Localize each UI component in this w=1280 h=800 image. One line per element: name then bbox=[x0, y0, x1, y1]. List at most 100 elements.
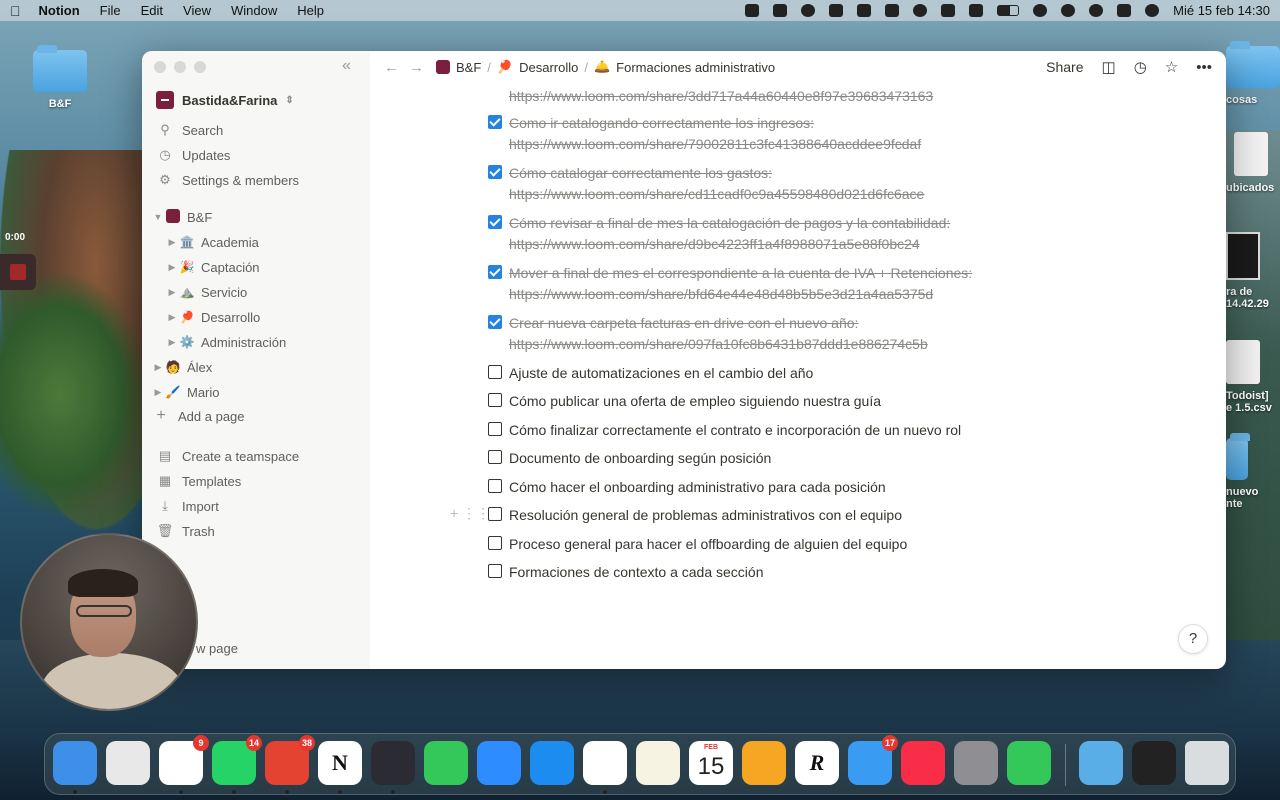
checkbox-unchecked[interactable] bbox=[488, 536, 502, 550]
dock-trash-icon[interactable] bbox=[1185, 741, 1229, 785]
dock-todoist-icon[interactable]: 38 bbox=[265, 735, 315, 785]
dock-launchpad-icon[interactable] bbox=[106, 741, 150, 785]
screen-record-icon[interactable] bbox=[745, 4, 760, 17]
dock-reeder-icon[interactable]: R bbox=[795, 741, 839, 785]
dock-slack-icon[interactable]: 9 bbox=[159, 735, 209, 785]
menu-view[interactable]: View bbox=[183, 3, 211, 18]
history-icon[interactable]: ◷ bbox=[1134, 58, 1147, 76]
dock-finder-icon[interactable] bbox=[53, 741, 97, 785]
menu-app-name[interactable]: Notion bbox=[39, 3, 80, 18]
wifi-icon[interactable] bbox=[1033, 4, 1048, 17]
breadcrumb-desarrollo[interactable]: Desarrollo bbox=[519, 60, 578, 75]
desktop-item-ubicados[interactable]: ubicados bbox=[1226, 132, 1280, 194]
user-icon[interactable] bbox=[1061, 4, 1076, 17]
app-status-icon[interactable] bbox=[773, 4, 788, 17]
sidebar-item-desarrollo[interactable]: ▶ 🏓 Desarrollo bbox=[142, 305, 370, 329]
sidebar-new-page-button[interactable]: w page bbox=[196, 641, 238, 656]
signature-icon[interactable] bbox=[857, 4, 872, 17]
desktop-item-csv[interactable]: Todoist] e 1.5.csv bbox=[1226, 340, 1280, 414]
checkbox-unchecked[interactable] bbox=[488, 365, 502, 379]
malwarebytes-icon[interactable] bbox=[829, 4, 844, 17]
sidebar-item-import[interactable]: ⤓ Import bbox=[142, 494, 370, 518]
add-page-button[interactable]: + Add a page bbox=[142, 404, 370, 428]
dock-zoom-icon[interactable] bbox=[477, 741, 521, 785]
control-center-icon[interactable] bbox=[1117, 4, 1132, 17]
teamspace-bf[interactable]: ▼ B&F bbox=[142, 205, 370, 229]
close-window-button[interactable] bbox=[154, 61, 166, 73]
sidebar-item-settings[interactable]: ⚙ Settings & members bbox=[142, 168, 370, 192]
checkbox-unchecked[interactable] bbox=[488, 564, 502, 578]
checkbox-unchecked[interactable] bbox=[488, 479, 502, 493]
checkbox-unchecked[interactable] bbox=[488, 450, 502, 464]
stop-recording-button[interactable] bbox=[0, 254, 36, 290]
sidebar-item-templates[interactable]: ▦ Templates bbox=[142, 469, 370, 493]
chevron-down-icon[interactable]: ▼ bbox=[152, 212, 164, 222]
desktop-item-folder-top[interactable]: cosas bbox=[1226, 41, 1280, 106]
sun-icon[interactable] bbox=[801, 4, 816, 17]
dock-system-settings-icon[interactable] bbox=[954, 741, 998, 785]
menu-help[interactable]: Help bbox=[297, 3, 324, 18]
zoom-window-button[interactable] bbox=[194, 61, 206, 73]
apple-menu-icon[interactable]:  bbox=[10, 3, 21, 19]
checkbox-checked[interactable] bbox=[488, 115, 502, 129]
checkbox-unchecked[interactable] bbox=[488, 507, 502, 521]
breadcrumb-bf[interactable]: B&F bbox=[456, 60, 481, 75]
sidebar-item-academia[interactable]: ▶ 🏛️ Academia bbox=[142, 230, 370, 254]
checkbox-checked[interactable] bbox=[488, 315, 502, 329]
dock-recent-file-icon[interactable] bbox=[1132, 741, 1176, 785]
checkbox-checked[interactable] bbox=[488, 265, 502, 279]
chevron-right-icon[interactable]: ▶ bbox=[166, 237, 178, 248]
todo-link[interactable]: https://www.loom.com/share/3dd717a44a604… bbox=[509, 85, 933, 107]
dock-whatsapp-icon[interactable]: 14 bbox=[212, 735, 262, 785]
star-icon[interactable]: ☆ bbox=[1165, 58, 1178, 76]
more-options-icon[interactable]: ••• bbox=[1196, 59, 1212, 76]
todo-link[interactable]: https://www.loom.com/share/d9bc4223ff1a4… bbox=[509, 233, 950, 255]
desktop-item-screenshot[interactable]: ra de 14.42.29 bbox=[1226, 232, 1280, 310]
dock-facetime-icon[interactable] bbox=[424, 741, 468, 785]
chevron-right-icon[interactable]: ▶ bbox=[166, 287, 178, 298]
todo-link[interactable]: https://www.loom.com/share/cd11cadf0c9a4… bbox=[509, 183, 924, 205]
dock-notes-icon[interactable] bbox=[636, 741, 680, 785]
checkbox-checked[interactable] bbox=[488, 215, 502, 229]
siri-icon[interactable] bbox=[1145, 4, 1160, 17]
dock-mail-icon[interactable]: 17 bbox=[848, 735, 898, 785]
dock-music-icon[interactable] bbox=[901, 741, 945, 785]
dock-safari-icon[interactable] bbox=[530, 741, 574, 785]
todo-link[interactable]: https://www.loom.com/share/79002811c3fc4… bbox=[509, 133, 921, 155]
sidebar-item-administracion[interactable]: ▶ ⚙️ Administración bbox=[142, 330, 370, 354]
chevron-right-icon[interactable]: ▶ bbox=[152, 362, 164, 373]
chevron-right-icon[interactable]: ▶ bbox=[166, 262, 178, 273]
dock-calendar-icon[interactable]: FEB 15 bbox=[689, 741, 733, 785]
chevron-right-icon[interactable]: ▶ bbox=[152, 387, 164, 398]
sidebar-item-servicio[interactable]: ▶ ⛰️ Servicio bbox=[142, 280, 370, 304]
dock-downloads-folder-icon[interactable] bbox=[1079, 741, 1123, 785]
desktop-item-new-folder[interactable]: nuevo nte bbox=[1226, 433, 1280, 510]
sidebar-item-alex[interactable]: ▶ 🧑 Álex bbox=[142, 355, 370, 379]
menu-window[interactable]: Window bbox=[231, 3, 277, 18]
menu-edit[interactable]: Edit bbox=[141, 3, 163, 18]
forward-arrow-icon[interactable]: → bbox=[409, 59, 424, 76]
notes-status-icon[interactable] bbox=[885, 4, 900, 17]
workspace-switcher[interactable]: Bastida&Farina ⇕ bbox=[156, 91, 294, 109]
menu-file[interactable]: File bbox=[100, 3, 121, 18]
play-icon[interactable] bbox=[913, 4, 928, 17]
volume-icon[interactable] bbox=[941, 4, 956, 17]
sidebar-item-updates[interactable]: ◷ Updates bbox=[142, 143, 370, 167]
desktop-folder-bf[interactable]: B&F bbox=[30, 45, 90, 110]
menubar-datetime[interactable]: Mié 15 feb 14:30 bbox=[1173, 3, 1270, 18]
sidebar-item-mario[interactable]: ▶ 🖌️ Mario bbox=[142, 380, 370, 404]
spotlight-icon[interactable] bbox=[1089, 4, 1104, 17]
minimize-window-button[interactable] bbox=[174, 61, 186, 73]
collapse-sidebar-icon[interactable]: « bbox=[342, 57, 351, 75]
dock-notion-icon[interactable]: N bbox=[318, 741, 362, 785]
help-button[interactable]: ? bbox=[1178, 624, 1208, 654]
sidebar-item-create-teamspace[interactable]: ▤ Create a teamspace bbox=[142, 444, 370, 468]
checkbox-checked[interactable] bbox=[488, 165, 502, 179]
bluetooth-icon[interactable] bbox=[969, 4, 984, 17]
drag-handle-icon[interactable]: ⋮⋮ bbox=[462, 505, 490, 521]
todo-link[interactable]: https://www.loom.com/share/bfd64e44e48d4… bbox=[509, 283, 972, 305]
chevron-right-icon[interactable]: ▶ bbox=[166, 312, 178, 323]
chevron-right-icon[interactable]: ▶ bbox=[166, 337, 178, 348]
checkbox-unchecked[interactable] bbox=[488, 422, 502, 436]
sidebar-item-trash[interactable]: 🗑 Trash bbox=[142, 519, 370, 543]
